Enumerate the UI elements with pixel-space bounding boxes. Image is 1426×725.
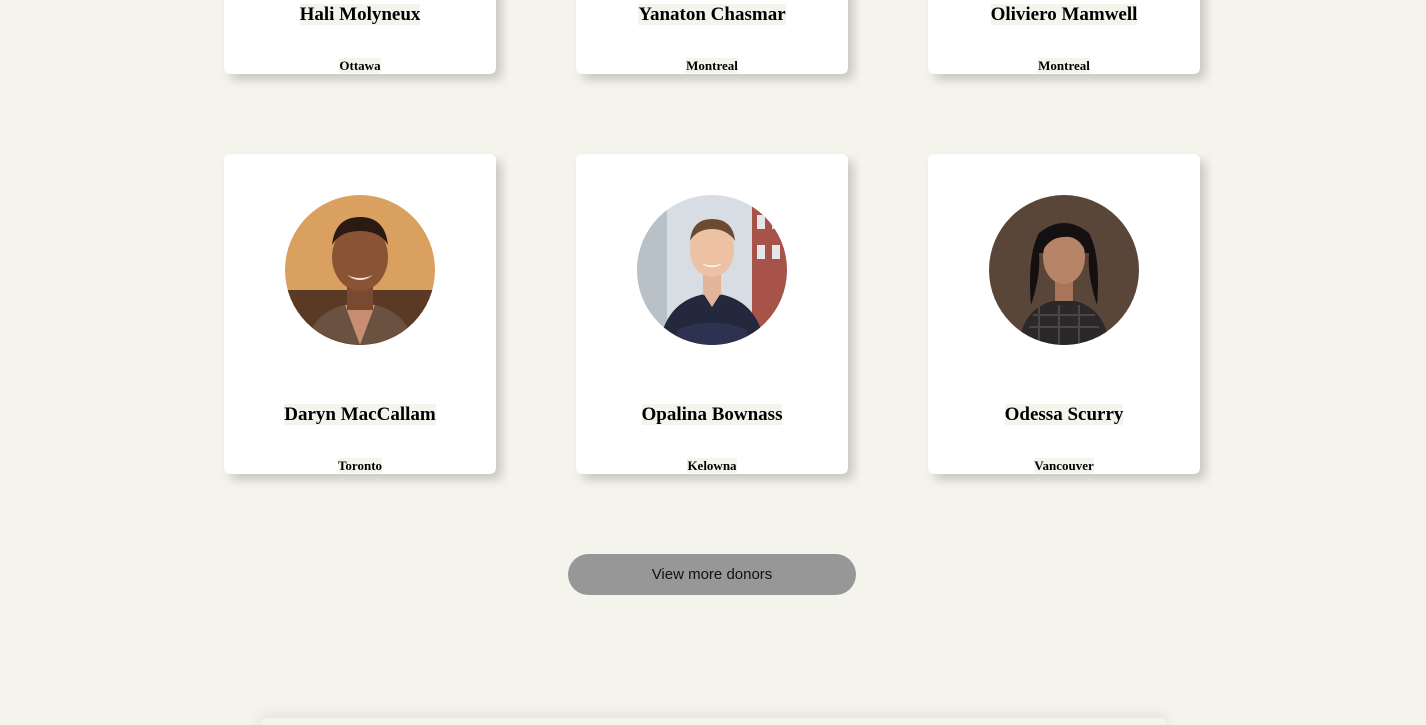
donor-name: Yanaton Chasmar [638,4,786,25]
donor-city: Montreal [1038,58,1090,73]
footer-section [260,718,1166,725]
donor-name: Hali Molyneux [299,4,421,25]
donor-card[interactable]: Oliviero Mamwell Montreal [928,0,1200,74]
donor-name: Daryn MacCallam [284,404,436,425]
donor-card[interactable]: Daryn MacCallam Toronto [224,154,496,474]
donor-photo-icon [637,195,787,345]
donor-city: Toronto [337,458,383,473]
donor-photo-icon [989,195,1139,345]
donor-avatar [285,195,435,345]
donor-city: Montreal [686,58,738,73]
donor-name: Opalina Bownass [641,404,783,425]
donor-city: Kelowna [687,458,737,473]
donor-card[interactable]: Odessa Scurry Vancouver [928,154,1200,474]
donor-card[interactable]: Hali Molyneux Ottawa [224,0,496,74]
donor-city: Ottawa [339,58,381,73]
donor-city: Vancouver [1034,458,1094,473]
view-more-donors-button[interactable]: View more donors [568,554,856,595]
donor-page: Hali Molyneux Ottawa Yanaton Chasmar Mon… [0,0,1426,725]
donor-card[interactable]: Yanaton Chasmar Montreal [576,0,848,74]
donor-name: Oliviero Mamwell [990,4,1138,25]
donor-photo-icon [285,195,435,345]
donor-name: Odessa Scurry [1004,404,1124,425]
donor-card[interactable]: Opalina Bownass Kelowna [576,154,848,474]
donor-avatar [637,195,787,345]
donor-avatar [989,195,1139,345]
